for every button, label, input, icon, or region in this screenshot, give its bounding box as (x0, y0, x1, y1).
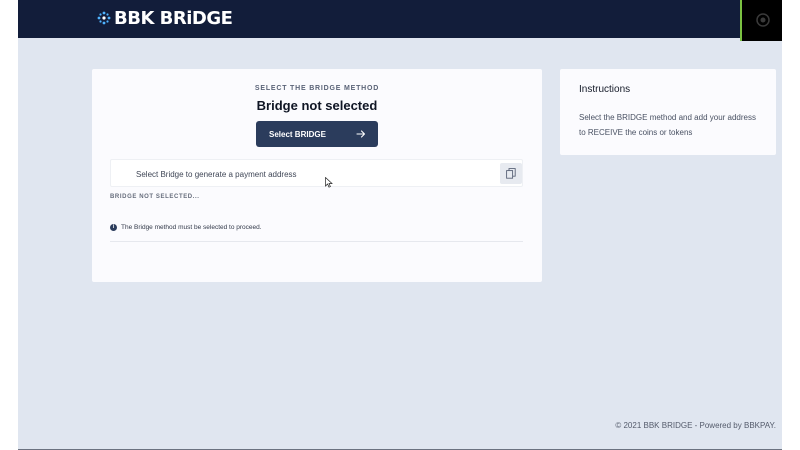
mouse-cursor-icon (325, 177, 333, 188)
copy-address-button[interactable] (500, 163, 522, 184)
brand-name: BBK BRiDGE (114, 7, 233, 29)
page-viewport: BBK BRiDGE SELECT THE BRIDGE METHOD Brid… (18, 0, 782, 450)
corner-widget[interactable] (740, 0, 782, 41)
info-icon: i (110, 224, 117, 231)
section-eyebrow: SELECT THE BRIDGE METHOD (254, 85, 380, 92)
selection-notice: i The Bridge method must be selected to … (110, 224, 262, 231)
select-bridge-label: Select BRIDGE (269, 130, 326, 139)
copy-icon (506, 168, 516, 179)
bridge-card: SELECT THE BRIDGE METHOD Bridge not sele… (92, 69, 542, 282)
card-divider (110, 241, 523, 242)
bridge-status-title: Bridge not selected (256, 98, 378, 113)
brand-logo[interactable]: BBK BRiDGE (97, 7, 233, 29)
arrow-right-icon (356, 130, 366, 138)
bbk-dots-logo-icon (97, 11, 111, 25)
bridge-status-label: BRIDGE NOT SELECTED... (110, 194, 200, 200)
top-navbar: BBK BRiDGE (18, 0, 782, 41)
instructions-text: Select the BRIDGE method and add your ad… (579, 113, 756, 137)
notice-text: The Bridge method must be selected to pr… (121, 224, 262, 231)
instructions-title: Instructions (579, 84, 631, 95)
instructions-card: Instructions Select the BRIDGE method an… (560, 69, 776, 155)
coin-settings-icon (756, 13, 770, 27)
payment-address-field[interactable]: Select Bridge to generate a payment addr… (110, 159, 523, 187)
payment-address-text: Select Bridge to generate a payment addr… (136, 170, 297, 179)
footer-copyright: © 2021 BBK BRIDGE - Powered by BBKPAY. (615, 421, 776, 430)
select-bridge-button[interactable]: Select BRIDGE (256, 121, 378, 147)
